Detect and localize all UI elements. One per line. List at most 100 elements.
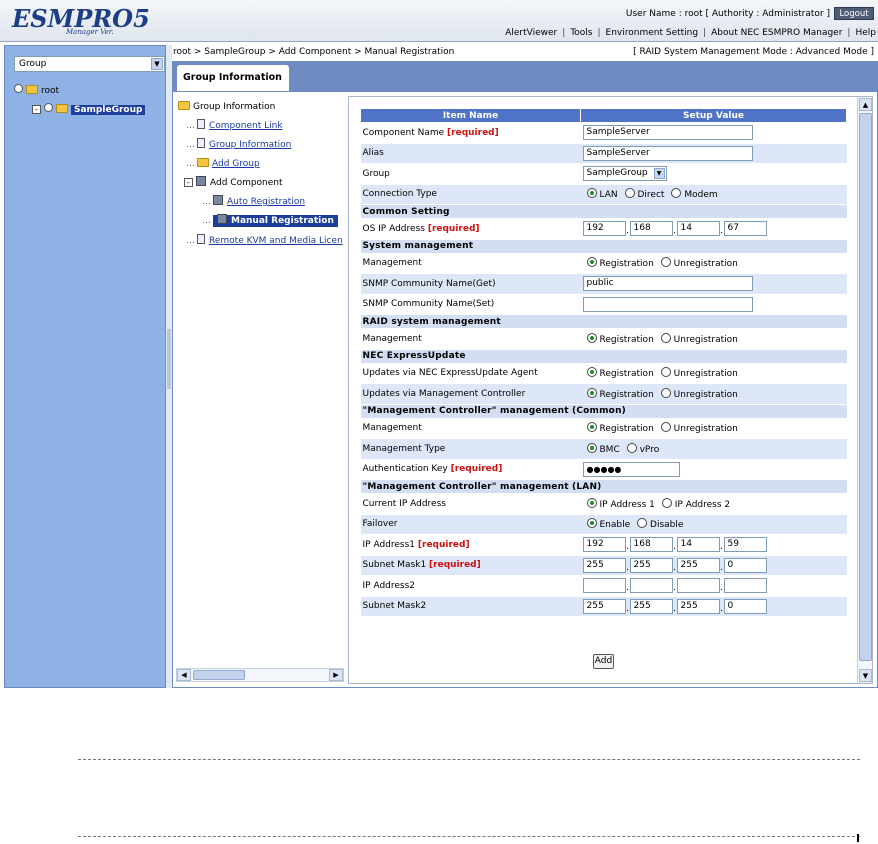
nav-item-manual-registration[interactable]: … Manual Registration (202, 214, 338, 228)
nav-item-add-component[interactable]: - Add Component (184, 176, 283, 190)
tree-node-samplegroup[interactable]: - SampleGroup (32, 103, 146, 117)
nav-auto-registration-label[interactable]: Auto Registration (227, 197, 305, 207)
radio-unregistration[interactable] (660, 332, 671, 343)
group-select[interactable]: Group ▼ (14, 56, 165, 72)
radio-registration[interactable] (586, 367, 597, 378)
nav-item-group-information[interactable]: … Group Information (186, 138, 291, 152)
radio-unregistration[interactable] (660, 367, 671, 378)
tree-node-root[interactable]: root (14, 84, 59, 98)
splitter-grip[interactable] (167, 329, 171, 389)
menu-about[interactable]: About NEC ESMPRO Manager (711, 28, 842, 38)
collapse-icon[interactable]: - (32, 105, 41, 114)
ip2-octet-1[interactable] (582, 578, 626, 594)
radio-unregistration[interactable] (660, 422, 671, 433)
ip2-octet-2[interactable] (629, 578, 673, 594)
mask1-octet-2[interactable]: 255 (629, 557, 673, 573)
mask2-octet-2[interactable]: 255 (629, 598, 673, 614)
computer-icon (196, 176, 206, 186)
menu-environment-setting[interactable]: Environment Setting (606, 28, 699, 38)
scroll-right-icon[interactable]: ▶ (329, 669, 343, 681)
radio-unregistration[interactable] (660, 387, 671, 398)
table-row: Updates via NEC ExpressUpdate Agent Regi… (360, 363, 847, 384)
mask2-octet-4[interactable]: 0 (723, 598, 767, 614)
add-button[interactable]: Add (593, 654, 614, 669)
os-ip-octet-1[interactable]: 192 (582, 221, 626, 237)
nav-item-component-link[interactable]: … Component Link (186, 119, 283, 133)
radio-vpro[interactable] (626, 442, 637, 453)
field-label: Management (360, 418, 581, 439)
snmp-get-input[interactable]: public (582, 276, 753, 292)
ip1-octet-4[interactable]: 59 (723, 537, 767, 553)
radio-ip-address-1[interactable] (586, 497, 597, 508)
radio-modem[interactable] (671, 188, 682, 199)
radio-lan[interactable] (586, 188, 597, 199)
radio-unregistration[interactable] (660, 257, 671, 268)
chevron-down-icon[interactable]: ▼ (653, 168, 665, 180)
menu-alertviewer[interactable]: AlertViewer (505, 28, 557, 38)
mask2-octet-3[interactable]: 255 (676, 598, 720, 614)
form-vertical-scrollbar[interactable]: ▲ ▼ (857, 97, 872, 683)
chevron-down-icon[interactable]: ▼ (151, 58, 163, 70)
os-ip-octet-2[interactable]: 168 (629, 221, 673, 237)
table-row: IP Address1 [required] 192. 168. 14. 59 (360, 534, 847, 556)
tree-child-label: SampleGroup (71, 105, 146, 115)
expand-icon[interactable] (44, 103, 53, 112)
nav-item-auto-registration[interactable]: … Auto Registration (202, 195, 305, 209)
scroll-down-icon[interactable]: ▼ (859, 669, 872, 682)
os-ip-octet-3[interactable]: 14 (676, 221, 720, 237)
radio-registration[interactable] (586, 257, 597, 268)
nav-item-remote-kvm[interactable]: … Remote KVM and Media Licen (186, 234, 343, 248)
tab-group-information[interactable]: Group Information (177, 65, 289, 91)
page-divider (78, 836, 860, 837)
page-divider (78, 759, 860, 760)
folder-open-icon (178, 101, 190, 110)
ip1-octet-2[interactable]: 168 (629, 537, 673, 553)
scroll-thumb[interactable] (859, 113, 872, 661)
radio-registration[interactable] (586, 332, 597, 343)
menu-tools[interactable]: Tools (570, 28, 592, 38)
radio-enable[interactable] (586, 518, 597, 529)
collapse-icon[interactable]: - (184, 178, 193, 187)
scroll-up-icon[interactable]: ▲ (859, 98, 872, 111)
nav-root-label: Group Information (193, 102, 276, 112)
document-icon (197, 119, 205, 129)
computer-icon (217, 214, 227, 224)
table-row: SNMP Community Name(Set) (360, 294, 847, 315)
nav-group-information-label[interactable]: Group Information (209, 140, 291, 150)
nav-horizontal-scrollbar[interactable]: ◀ ▶ (176, 668, 344, 682)
radio-label: Modem (684, 190, 718, 201)
radio-disable[interactable] (637, 518, 648, 529)
radio-registration[interactable] (586, 387, 597, 398)
mask1-octet-3[interactable]: 255 (676, 557, 720, 573)
logout-button[interactable]: Logout (834, 7, 874, 20)
radio-bmc[interactable] (586, 442, 597, 453)
nav-remote-kvm-label[interactable]: Remote KVM and Media Licen (209, 236, 343, 246)
expand-icon[interactable] (14, 84, 23, 93)
scroll-thumb[interactable] (193, 670, 245, 680)
table-row: Management Type BMC vPro (360, 438, 847, 460)
ip1-octet-3[interactable]: 14 (676, 537, 720, 553)
radio-direct[interactable] (624, 188, 635, 199)
mask2-octet-1[interactable]: 255 (582, 598, 626, 614)
radio-registration[interactable] (586, 422, 597, 433)
scroll-left-icon[interactable]: ◀ (177, 669, 191, 681)
ip2-octet-4[interactable] (723, 578, 767, 594)
field-label: Authentication Key (362, 464, 448, 475)
menu-help[interactable]: Help (855, 28, 876, 38)
os-ip-octet-4[interactable]: 67 (723, 221, 767, 237)
radio-ip-address-2[interactable] (661, 497, 672, 508)
ip1-octet-1[interactable]: 192 (582, 537, 626, 553)
ip2-octet-3[interactable] (676, 578, 720, 594)
nav-component-link-label[interactable]: Component Link (209, 121, 283, 131)
nav-manual-registration-selected[interactable]: Manual Registration (213, 214, 338, 227)
snmp-set-input[interactable] (582, 296, 753, 312)
alias-input[interactable]: SampleServer (582, 145, 753, 161)
group-dropdown[interactable]: SampleGroup ▼ (582, 166, 667, 182)
column-header-item: Item Name (360, 108, 581, 123)
authentication-key-input[interactable]: ●●●●● (582, 461, 680, 477)
mask1-octet-4[interactable]: 0 (723, 557, 767, 573)
component-name-input[interactable]: SampleServer (582, 125, 753, 141)
nav-add-group-label[interactable]: Add Group (212, 159, 260, 169)
mask1-octet-1[interactable]: 255 (582, 557, 626, 573)
nav-item-add-group[interactable]: … Add Group (186, 157, 260, 171)
